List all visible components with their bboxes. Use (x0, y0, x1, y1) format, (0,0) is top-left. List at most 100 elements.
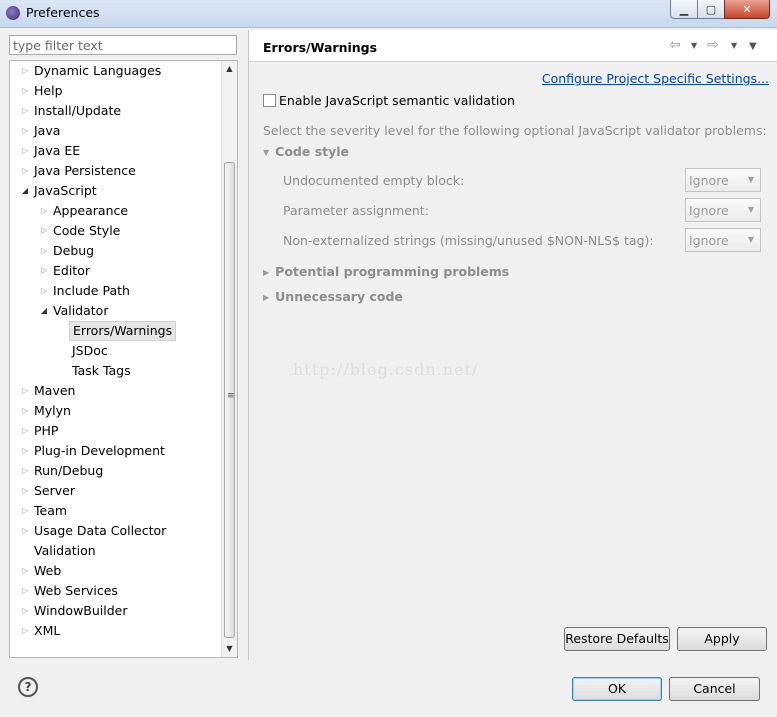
section-potential-problems[interactable]: ▶ Potential programming problems (263, 264, 509, 279)
tree-item-label: Java (34, 123, 61, 138)
tree-item[interactable]: ▷ Mylyn (10, 401, 220, 421)
tree-item[interactable]: ▷ Help (10, 81, 220, 101)
tree-item[interactable]: ▷ Plug-in Development (10, 441, 220, 461)
tree-item[interactable]: ▷ Java EE (10, 141, 220, 161)
back-dropdown-icon[interactable]: ▼ (691, 41, 697, 50)
expand-icon[interactable]: ▷ (20, 141, 30, 161)
enable-validation-checkbox[interactable] (263, 94, 276, 107)
tree-item-label: Validator (53, 303, 109, 318)
expand-icon[interactable]: ▷ (20, 121, 30, 141)
expand-icon[interactable]: ▷ (20, 501, 30, 521)
expand-icon[interactable]: ▷ (20, 61, 30, 81)
option-undocumented-empty-block: Undocumented empty block: Ignore ▼ (283, 168, 763, 192)
expand-icon[interactable]: ▷ (20, 621, 30, 641)
tree-item-label: Run/Debug (34, 463, 104, 478)
restore-defaults-button[interactable]: Restore Defaults (564, 627, 670, 651)
severity-select[interactable]: Ignore ▼ (685, 198, 761, 222)
minimize-button[interactable]: ▁ (670, 0, 698, 19)
maximize-button[interactable]: ▢ (697, 0, 725, 19)
tree-item[interactable]: ▷ Server (10, 481, 220, 501)
tree-item[interactable]: ▷ Team (10, 501, 220, 521)
configure-project-link[interactable]: Configure Project Specific Settings... (542, 71, 769, 86)
scroll-thumb[interactable]: ≡ (224, 162, 235, 638)
expand-icon[interactable]: ▷ (20, 561, 30, 581)
expand-icon[interactable]: ▷ (20, 481, 30, 501)
tree-item[interactable]: ▷ Java (10, 121, 220, 141)
expand-icon[interactable]: ▷ (39, 221, 49, 241)
tree-item[interactable]: ▷ Usage Data Collector (10, 521, 220, 541)
back-arrow-icon[interactable]: ⇦ (669, 37, 681, 53)
tree-item[interactable]: ▷ Include Path (10, 281, 220, 301)
expand-icon[interactable]: ▷ (20, 581, 30, 601)
tree-item[interactable]: Validation (10, 541, 220, 561)
section-code-style[interactable]: ▼ Code style (263, 144, 349, 159)
tree-item-label: JavaScript (34, 183, 97, 198)
tree-item[interactable]: ▷ Web Services (10, 581, 220, 601)
collapse-icon[interactable]: ◢ (20, 181, 30, 201)
title-bar: Preferences ▁ ▢ ✕ (0, 0, 777, 28)
tree-item-label: Maven (34, 383, 76, 398)
expand-icon[interactable]: ▷ (20, 161, 30, 181)
section-unnecessary-code[interactable]: ▶ Unnecessary code (263, 289, 403, 304)
collapse-icon[interactable]: ◢ (39, 301, 49, 321)
tree-item[interactable]: JSDoc (10, 341, 220, 361)
expand-icon[interactable]: ▷ (20, 381, 30, 401)
tree-scrollbar[interactable]: ▲ ≡ ▼ (221, 61, 237, 657)
apply-button[interactable]: Apply (677, 627, 767, 651)
ok-button[interactable]: OK (572, 677, 662, 701)
expand-closed-icon: ▶ (263, 268, 270, 277)
tree-item[interactable]: ◢ JavaScript (10, 181, 220, 201)
tree-item[interactable]: ▷ PHP (10, 421, 220, 441)
tree-item[interactable]: ▷ Editor (10, 261, 220, 281)
tree-item-label: JSDoc (72, 343, 108, 358)
filter-input[interactable] (9, 35, 237, 55)
cancel-button[interactable]: Cancel (669, 677, 760, 701)
expand-icon[interactable]: ▷ (39, 281, 49, 301)
tree-item[interactable]: ◢ Validator (10, 301, 220, 321)
expand-icon[interactable]: ▷ (20, 81, 30, 101)
severity-select[interactable]: Ignore ▼ (685, 228, 761, 252)
scroll-down-icon[interactable]: ▼ (222, 641, 237, 657)
preference-page: Errors/Warnings ⇦ ▼ ⇨ ▼ ▼ Configure Proj… (248, 30, 777, 660)
section-label: Potential programming problems (275, 264, 510, 279)
scroll-up-icon[interactable]: ▲ (222, 61, 237, 77)
page-title: Errors/Warnings (263, 40, 378, 55)
tree-item[interactable]: ▷ Install/Update (10, 101, 220, 121)
severity-select[interactable]: Ignore ▼ (685, 168, 761, 192)
forward-arrow-icon[interactable]: ⇨ (707, 37, 719, 53)
close-button[interactable]: ✕ (724, 0, 770, 19)
expand-icon[interactable]: ▷ (20, 421, 30, 441)
tree-item[interactable]: ▷ Appearance (10, 201, 220, 221)
option-label: Parameter assignment: (283, 203, 429, 218)
tree-item[interactable]: ▷ WindowBuilder (10, 601, 220, 621)
window-title: Preferences (26, 5, 100, 20)
tree-item-label: Mylyn (34, 403, 71, 418)
view-menu-icon[interactable]: ▼ (749, 41, 757, 52)
expand-icon[interactable]: ▷ (20, 401, 30, 421)
severity-value: Ignore (689, 233, 729, 248)
tree-item[interactable]: Errors/Warnings (10, 321, 220, 341)
expand-icon[interactable]: ▷ (20, 601, 30, 621)
forward-dropdown-icon[interactable]: ▼ (731, 41, 737, 50)
expand-icon[interactable]: ▷ (39, 201, 49, 221)
expand-icon[interactable]: ▷ (20, 461, 30, 481)
severity-hint: Select the severity level for the follow… (263, 123, 767, 138)
expand-icon[interactable]: ▷ (39, 241, 49, 261)
section-label: Unnecessary code (275, 289, 403, 304)
tree-item[interactable]: Task Tags (10, 361, 220, 381)
tree-item[interactable]: ▷ Web (10, 561, 220, 581)
tree-item[interactable]: ▷ Debug (10, 241, 220, 261)
tree-item[interactable]: ▷ Java Persistence (10, 161, 220, 181)
expand-icon[interactable]: ▷ (20, 441, 30, 461)
tree-item-label: Include Path (53, 283, 130, 298)
help-icon[interactable]: ? (18, 677, 38, 697)
tree-item[interactable]: ▷ Dynamic Languages (10, 61, 220, 81)
tree-item[interactable]: ▷ Maven (10, 381, 220, 401)
expand-icon[interactable]: ▷ (39, 261, 49, 281)
chevron-down-icon: ▼ (747, 205, 754, 214)
expand-icon[interactable]: ▷ (20, 521, 30, 541)
tree-item[interactable]: ▷ XML (10, 621, 220, 641)
expand-icon[interactable]: ▷ (20, 101, 30, 121)
tree-item[interactable]: ▷ Run/Debug (10, 461, 220, 481)
tree-item[interactable]: ▷ Code Style (10, 221, 220, 241)
